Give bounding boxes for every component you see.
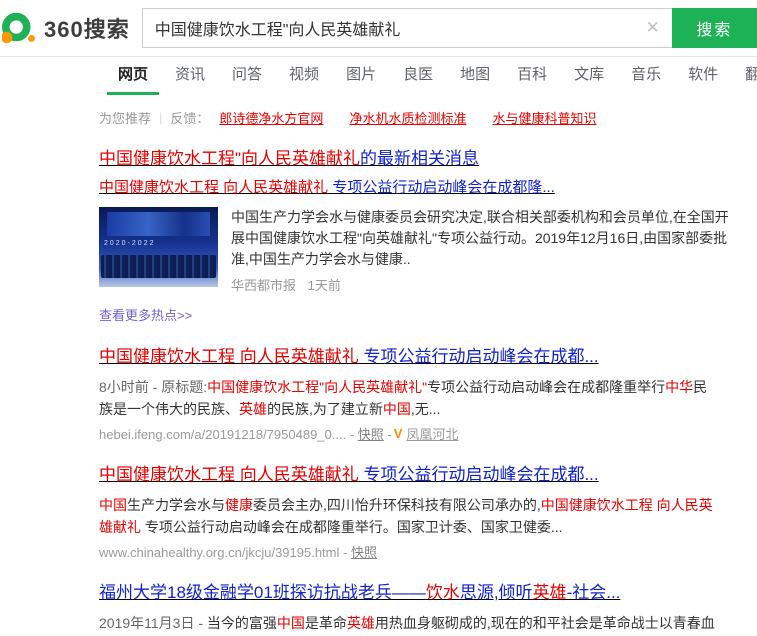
- text-segment: 思源,倾听: [460, 583, 533, 602]
- search-result-3: 中国健康饮水工程 向人民英雄献礼 专项公益行动启动峰会在成都... 中国生产力学…: [99, 463, 739, 561]
- stage-screen-graphic: [107, 212, 210, 236]
- more-hotspots-link[interactable]: 查看更多热点>>: [99, 305, 192, 324]
- result-snippet: 8小时前 - 原标题:中国健康饮水工程"向人民英雄献礼"专项公益行动启动峰会在成…: [99, 376, 719, 420]
- text-segment: 中国: [383, 401, 411, 417]
- news-summary: 中国生产力学会水与健康委员会研究决定,联合相关部委机构和会员单位,在全国开展中国…: [231, 207, 736, 270]
- text-segment: 的最新相关消息: [360, 149, 479, 168]
- search-box: ✕: [142, 8, 672, 48]
- result-url[interactable]: www.chinahealthy.org.cn/jkcju/39195.html…: [99, 542, 377, 561]
- logo-360-search[interactable]: 360搜索: [2, 10, 130, 46]
- tab-software[interactable]: 软件: [688, 57, 718, 95]
- news-meta: 华西都市报 1天前: [231, 275, 736, 294]
- recommend-row: 为您推荐 | 反馈： 郎诗德净水方官网 净水机水质检测标准 水与健康科普知识: [99, 108, 739, 127]
- text-segment: 中国健康饮水工程 向人民英雄献礼: [99, 465, 359, 484]
- result-url[interactable]: hebei.ifeng.com/a/20191218/7950489_0....…: [99, 424, 392, 443]
- text-segment: 生产力学会水与: [127, 497, 225, 513]
- text-segment: 8小时前 - 原标题:: [99, 379, 207, 395]
- text-segment: 饮水: [426, 583, 460, 602]
- text-segment: 中国: [277, 615, 305, 631]
- site-name-link[interactable]: 凤凰河北: [406, 424, 458, 443]
- result-title-link[interactable]: 福州大学18级金融学01班探访抗战老兵——饮水思源,倾听英雄-社会...: [99, 581, 620, 604]
- tab-map[interactable]: 地图: [460, 57, 490, 95]
- tab-images[interactable]: 图片: [346, 57, 376, 95]
- recommend-link-1[interactable]: 郎诗德净水方官网: [219, 108, 323, 127]
- tab-qa[interactable]: 问答: [232, 57, 262, 95]
- text-segment: -: [346, 427, 358, 442]
- divider: |: [159, 110, 162, 125]
- tab-news[interactable]: 资讯: [175, 57, 205, 95]
- text-segment: 健康: [225, 497, 253, 513]
- tab-video[interactable]: 视频: [289, 57, 319, 95]
- recommend-label: 为您推荐: [99, 108, 151, 127]
- result-title-link[interactable]: 中国健康饮水工程"向人民英雄献礼的最新相关消息: [99, 147, 479, 170]
- search-input[interactable]: [142, 8, 672, 48]
- text-segment: ,无...: [411, 401, 441, 417]
- search-result-2: 中国健康饮水工程 向人民英雄献礼 专项公益行动启动峰会在成都... 8小时前 -…: [99, 345, 739, 443]
- 360-logo-icon: [2, 10, 40, 46]
- text-segment: 福州大学18级金融学01班探访抗战老兵——: [99, 583, 426, 602]
- text-segment: 当今的富强: [207, 615, 277, 631]
- search-result-1: 中国健康饮水工程"向人民英雄献礼的最新相关消息 中国健康饮水工程 向人民英雄献礼…: [99, 147, 739, 325]
- v-verified-icon: V: [394, 426, 403, 441]
- text-segment: www.chinahealthy.org.cn/jkcju/39195.html: [99, 545, 339, 560]
- text-segment: -社会...: [567, 583, 621, 602]
- recommend-link-2[interactable]: 净水机水质检测标准: [349, 108, 466, 127]
- clear-input-icon[interactable]: ✕: [645, 18, 659, 38]
- search-header: 360搜索 ✕ 搜索: [0, 0, 757, 56]
- crowd-silhouette-graphic: [101, 255, 216, 278]
- logo-text: 360搜索: [44, 12, 130, 44]
- text-segment: 快照: [351, 545, 377, 560]
- recommend-link-3[interactable]: 水与健康科普知识: [492, 108, 596, 127]
- tab-baike[interactable]: 百科: [517, 57, 547, 95]
- tab-music[interactable]: 音乐: [631, 57, 661, 95]
- text-segment: 英雄: [347, 615, 375, 631]
- result-url-line: hebei.ifeng.com/a/20191218/7950489_0....…: [99, 424, 739, 443]
- text-segment: 专项公益行动启动峰会在成都隆重举行: [427, 379, 665, 395]
- text-segment: 是革命: [305, 615, 347, 631]
- text-segment: 2019年11月3日 -: [99, 615, 207, 631]
- news-source: 华西都市报: [231, 278, 296, 293]
- text-segment: 英雄: [533, 583, 567, 602]
- text-segment: 快照: [358, 427, 384, 442]
- result-url-line: www.chinahealthy.org.cn/jkcju/39195.html…: [99, 542, 739, 561]
- news-card: 2020-2022 中国生产力学会水与健康委员会研究决定,联合相关部委机构和会员…: [99, 207, 739, 294]
- vertical-tabs-bar: 网页 资讯 问答 视频 图片 良医 地图 百科 文库 音乐 软件 翻译: [0, 56, 757, 95]
- text-segment: 中华: [665, 379, 693, 395]
- result-title-link[interactable]: 中国健康饮水工程 向人民英雄献礼 专项公益行动启动峰会在成都...: [99, 345, 599, 368]
- tab-translate[interactable]: 翻译: [745, 57, 757, 95]
- news-text-col: 中国生产力学会水与健康委员会研究决定,联合相关部委机构和会员单位,在全国开展中国…: [231, 207, 736, 294]
- thumbnail-caption: 2020-2022: [104, 240, 155, 247]
- text-segment: 中国健康饮水工程"向人民英雄献礼": [207, 379, 427, 395]
- search-result-4: 福州大学18级金融学01班探访抗战老兵——饮水思源,倾听英雄-社会... 201…: [99, 581, 739, 636]
- text-segment: 的民族,为了建立新: [267, 401, 383, 417]
- text-segment: -: [384, 427, 392, 442]
- text-segment: -: [339, 545, 351, 560]
- results-area: 为您推荐 | 反馈： 郎诗德净水方官网 净水机水质检测标准 水与健康科普知识 中…: [0, 108, 757, 636]
- tab-web[interactable]: 网页: [118, 57, 148, 95]
- result-thumbnail[interactable]: 2020-2022: [99, 207, 218, 287]
- text-segment: hebei.ifeng.com/a/20191218/7950489_0....: [99, 427, 346, 442]
- text-segment: 专项公益行动启动峰会在成都隆...: [328, 179, 555, 196]
- news-time: 1天前: [308, 278, 341, 293]
- search-button[interactable]: 搜索: [672, 8, 757, 48]
- text-segment: 中国健康饮水工程 向人民英雄献礼: [99, 179, 328, 196]
- result-snippet: 中国生产力学会水与健康委员会主办,四川怡升环保科技有限公司承办的,中国健康饮水工…: [99, 494, 719, 538]
- text-segment: 中国健康饮水工程"向人民英雄献礼: [99, 149, 360, 168]
- text-segment: 专项公益行动启动峰会在成都...: [359, 347, 599, 366]
- text-segment: 英雄: [239, 401, 267, 417]
- text-segment: 专项公益行动启动峰会在成都...: [359, 465, 599, 484]
- text-segment: 中国健康饮水工程 向人民英雄献礼: [99, 347, 359, 366]
- tab-wenku[interactable]: 文库: [574, 57, 604, 95]
- text-segment: 委员会主办,四川怡升环保科技有限公司承办的,: [253, 497, 541, 513]
- tab-doctor[interactable]: 良医: [403, 57, 433, 95]
- text-segment: 专项公益行动启动峰会在成都隆重举行。国家卫计委、国家卫健委...: [141, 519, 563, 535]
- feedback-link[interactable]: 反馈：: [170, 108, 209, 127]
- result-title-link[interactable]: 中国健康饮水工程 向人民英雄献礼 专项公益行动启动峰会在成都...: [99, 463, 599, 486]
- result-snippet: 2019年11月3日 - 当今的富强中国是革命英雄用热血身躯砌成的,现在的和平社…: [99, 612, 719, 636]
- text-segment: 中国: [99, 497, 127, 513]
- news-subtitle-link[interactable]: 中国健康饮水工程 向人民英雄献礼 专项公益行动启动峰会在成都隆...: [99, 178, 555, 197]
